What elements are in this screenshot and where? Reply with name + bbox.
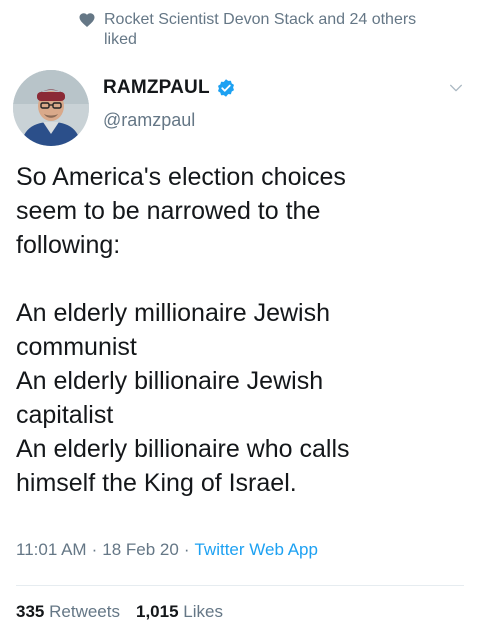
meta-separator: · (91, 540, 98, 559)
tweet-detail: Rocket Scientist Devon Stack and 24 othe… (0, 0, 480, 640)
social-context[interactable]: Rocket Scientist Devon Stack and 24 othe… (78, 10, 458, 50)
avatar-image (13, 70, 89, 146)
tweet-text-line: An elderly billionaire who calls (16, 435, 350, 463)
tweet-text: So America's election choices seem to be… (16, 160, 466, 500)
tweet-text-line: capitalist (16, 401, 114, 429)
tweet-text-line: An elderly millionaire Jewish (16, 299, 331, 327)
display-name[interactable]: RAMZPAUL (103, 77, 210, 99)
likes-label: Likes (183, 602, 223, 621)
tweet-text-line: following: (16, 231, 121, 259)
social-context-text: Rocket Scientist Devon Stack and 24 othe… (104, 11, 417, 48)
chevron-down-icon[interactable] (448, 80, 464, 96)
divider (16, 585, 464, 586)
author-handle[interactable]: @ramzpaul (103, 110, 195, 131)
retweets-label: Retweets (49, 602, 120, 621)
avatar[interactable] (13, 70, 89, 146)
verified-badge-icon (217, 79, 234, 97)
tweet-source-link[interactable]: Twitter Web App (194, 540, 317, 559)
heart-icon (79, 13, 95, 28)
meta-separator: · (183, 540, 190, 559)
tweet-text-line: communist (16, 333, 137, 361)
tweet-text-line: himself the King of Israel. (16, 469, 297, 497)
tweet-date[interactable]: 18 Feb 20 (102, 540, 179, 559)
retweets-count: 335 (16, 602, 45, 621)
tweet-text-line: An elderly billionaire Jewish (16, 367, 324, 395)
tweet-time[interactable]: 11:01 AM (16, 540, 87, 559)
tweet-text-line: seem to be narrowed to the (16, 197, 321, 225)
author-name-row[interactable]: RAMZPAUL (103, 77, 236, 99)
tweet-text-line: So America's election choices (16, 163, 346, 191)
retweets-stat[interactable]: 335 Retweets (16, 602, 120, 621)
tweet-meta: 11:01 AM · 18 Feb 20 · Twitter Web App (16, 540, 318, 560)
likes-count: 1,015 (135, 602, 179, 621)
likes-stat[interactable]: 1,015 Likes (136, 602, 223, 621)
tweet-stats: 335 Retweets 1,015 Likes (16, 602, 239, 622)
